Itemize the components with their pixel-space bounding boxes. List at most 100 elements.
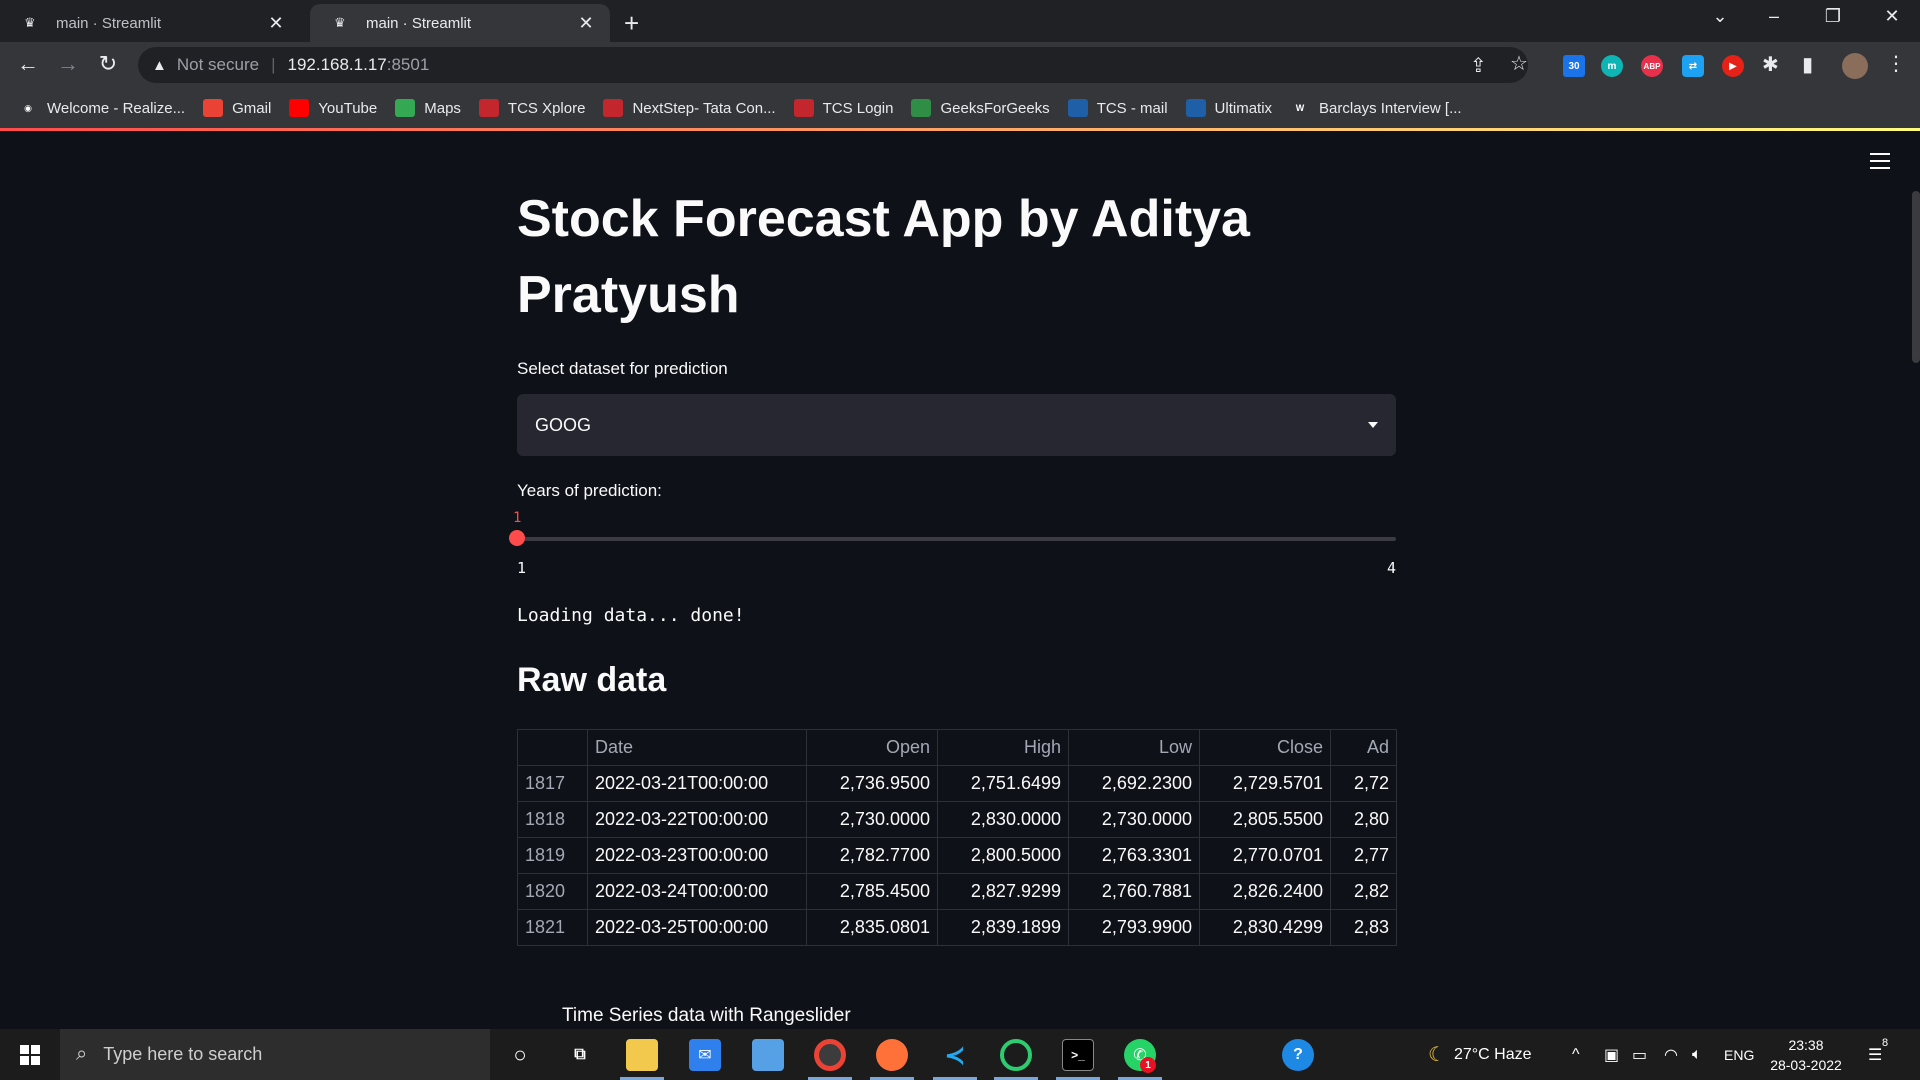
table-cell: 2,770.0701: [1199, 837, 1331, 874]
tab-close-icon[interactable]: ✕: [266, 13, 286, 34]
browser-tab[interactable]: ♛ main · Streamlit ✕: [0, 4, 300, 42]
table-row[interactable]: 1821 2022-03-25T00:00:00 2,835.0801 2,839.1…: [517, 909, 1397, 946]
bookmark-item[interactable]: YouTube: [289, 99, 377, 117]
browser-tab-active[interactable]: ♛ main · Streamlit ✕: [310, 4, 610, 42]
language-indicator[interactable]: ENG: [1724, 1029, 1754, 1080]
bookmark-label: Barclays Interview [...: [1319, 99, 1462, 117]
bookmark-item[interactable]: ◉ Welcome - Realize...: [18, 99, 185, 117]
tray-overflow-icon[interactable]: ^: [1572, 1029, 1580, 1080]
table-row[interactable]: 1819 2022-03-23T00:00:00 2,782.7700 2,800.5…: [517, 837, 1397, 874]
profile-avatar[interactable]: [1842, 53, 1868, 79]
volume-icon[interactable]: 🔈︎: [1692, 1029, 1702, 1080]
raw-data-heading: Raw data: [517, 661, 667, 699]
task-view-icon[interactable]: ⧉: [564, 1039, 596, 1071]
taskbar-search-box[interactable]: ⌕ Type here to search: [60, 1029, 490, 1080]
column-header[interactable]: Close: [1199, 729, 1331, 766]
dataset-select[interactable]: GOOG: [517, 394, 1396, 456]
chevron-down-icon: [1368, 422, 1378, 428]
share-icon[interactable]: ⇪: [1470, 53, 1487, 78]
bookmark-label: YouTube: [318, 99, 378, 117]
table-cell: 2,793.9900: [1068, 909, 1200, 946]
raw-data-table[interactable]: Date Open High Low Close Ad 1817 2022-03-21T00…: [517, 729, 1397, 946]
column-header[interactable]: Ad: [1330, 729, 1397, 766]
hamburger-menu-icon[interactable]: [1870, 153, 1890, 174]
cortana-icon[interactable]: ○: [504, 1039, 536, 1071]
forward-icon[interactable]: →: [54, 51, 82, 77]
address-divider: |: [271, 55, 276, 74]
wifi-icon[interactable]: ◠: [1664, 1029, 1678, 1080]
windows-start-icon[interactable]: [20, 1045, 40, 1065]
bookmark-item[interactable]: TCS Login: [793, 99, 893, 117]
loader-app-icon[interactable]: [1000, 1039, 1032, 1071]
translate-extension-icon[interactable]: ⇄: [1682, 55, 1704, 77]
table-cell: 2,72: [1330, 765, 1397, 802]
chrome-icon[interactable]: [814, 1039, 846, 1071]
firefox-icon[interactable]: [876, 1039, 908, 1071]
adblock-extension-icon[interactable]: ABP: [1641, 55, 1663, 77]
bookmark-item[interactable]: Gmail: [203, 99, 271, 117]
table-cell: 2,827.9299: [937, 873, 1069, 910]
battery-icon[interactable]: ▭: [1632, 1029, 1647, 1080]
column-header[interactable]: Date: [587, 729, 807, 766]
table-row[interactable]: 1820 2022-03-24T00:00:00 2,785.4500 2,827.9…: [517, 873, 1397, 910]
bookmark-item[interactable]: NextStep- Tata Con...: [603, 99, 776, 117]
column-header[interactable]: Low: [1068, 729, 1200, 766]
laptop-app-icon[interactable]: [752, 1039, 784, 1071]
bookmark-item[interactable]: TCS - mail: [1067, 99, 1168, 117]
table-cell: 2,839.1899: [937, 909, 1069, 946]
back-icon[interactable]: ←: [14, 51, 42, 77]
row-index: 1820: [517, 873, 588, 910]
tab-search-icon[interactable]: ⌄: [1700, 6, 1740, 27]
tcs-icon: [793, 99, 814, 117]
bookmark-item[interactable]: Maps: [395, 99, 461, 117]
column-header[interactable]: High: [937, 729, 1069, 766]
m-extension-icon[interactable]: m: [1601, 55, 1623, 77]
terminal-icon[interactable]: >_: [1062, 1039, 1094, 1071]
table-cell: 2,805.5500: [1199, 801, 1331, 838]
side-panel-icon[interactable]: ▮: [1802, 52, 1813, 77]
bookmark-label: Maps: [424, 99, 461, 117]
search-icon: ⌕: [76, 1043, 88, 1065]
gfg-icon: [911, 99, 932, 117]
tcs-icon: [603, 99, 624, 117]
notification-center-icon[interactable]: ☰: [1868, 1029, 1882, 1080]
slider-thumb[interactable]: [509, 530, 525, 546]
tab-close-icon[interactable]: ✕: [576, 13, 596, 34]
table-cell: 2,692.2300: [1068, 765, 1200, 802]
bookmark-item[interactable]: GeeksForGeeks: [911, 99, 1050, 117]
vscode-icon[interactable]: ≺: [939, 1039, 971, 1071]
youtube-extension-icon[interactable]: ▶: [1722, 55, 1744, 77]
reload-icon[interactable]: ↻: [94, 51, 122, 77]
table-row[interactable]: 1817 2022-03-21T00:00:00 2,736.9500 2,751.6…: [517, 765, 1397, 802]
file-explorer-icon[interactable]: [626, 1039, 658, 1071]
mail-icon[interactable]: ✉: [689, 1039, 721, 1071]
table-cell: 2,729.5701: [1199, 765, 1331, 802]
page-scrollbar[interactable]: [1912, 191, 1920, 363]
new-tab-icon[interactable]: +: [624, 8, 639, 39]
weather-widget[interactable]: ☾ 27°C Haze: [1428, 1029, 1531, 1080]
page-title: Stock Forecast App by Aditya Pratyush: [517, 190, 1250, 324]
bookmark-item[interactable]: Ultimatix: [1185, 99, 1273, 117]
close-window-icon[interactable]: ✕: [1872, 6, 1912, 27]
help-icon[interactable]: ?: [1282, 1039, 1314, 1071]
chrome-menu-icon[interactable]: ⋮: [1886, 51, 1906, 76]
system-clock[interactable]: 23:38 28-03-2022: [1768, 1035, 1844, 1075]
minimize-icon[interactable]: –: [1754, 6, 1794, 27]
restore-icon[interactable]: ❐: [1813, 6, 1853, 27]
slider-track[interactable]: [517, 537, 1396, 541]
extensions-puzzle-icon[interactable]: ✱: [1762, 52, 1779, 77]
address-bar[interactable]: ▲ Not secure | 192.168.1.17 :8501: [138, 47, 1528, 83]
column-header[interactable]: Open: [806, 729, 938, 766]
bookmark-item[interactable]: W Barclays Interview [...: [1290, 99, 1462, 117]
clock-time: 23:38: [1788, 1037, 1824, 1053]
table-row[interactable]: 1818 2022-03-22T00:00:00 2,730.0000 2,830.0…: [517, 801, 1397, 838]
table-cell: 2022-03-24T00:00:00: [587, 873, 807, 910]
table-cell: 2,80: [1330, 801, 1397, 838]
meet-now-icon[interactable]: ▣: [1604, 1029, 1619, 1080]
column-header[interactable]: [517, 729, 588, 766]
bookmark-label: Ultimatix: [1214, 99, 1273, 117]
notification-count: 8: [1882, 1037, 1889, 1049]
bookmark-star-icon[interactable]: ☆: [1510, 51, 1528, 76]
calendar-extension-icon[interactable]: 30: [1563, 55, 1585, 77]
bookmark-item[interactable]: TCS Xplore: [478, 99, 585, 117]
